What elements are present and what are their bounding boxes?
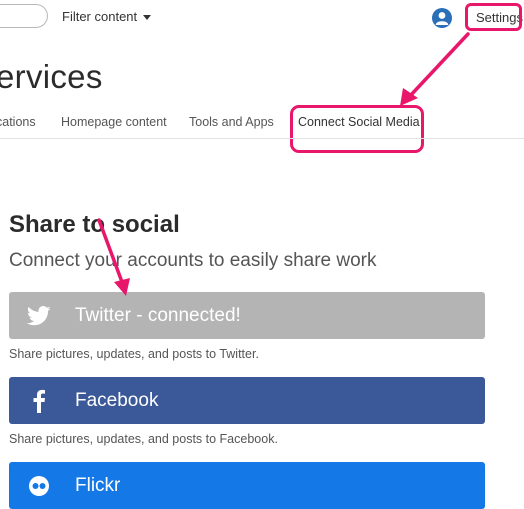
flickr-connect-button[interactable]: Flickr xyxy=(9,462,485,509)
section-title: Share to social xyxy=(9,211,180,238)
user-avatar-icon[interactable] xyxy=(432,8,452,28)
facebook-label: Facebook xyxy=(75,389,159,411)
flickr-label: Flickr xyxy=(75,474,121,496)
arrow-to-connect-social-icon xyxy=(400,32,470,106)
facebook-connect-button[interactable]: Facebook xyxy=(9,377,485,424)
facebook-description: Share pictures, updates, and posts to Fa… xyxy=(9,432,278,446)
twitter-description: Share pictures, updates, and posts to Tw… xyxy=(9,347,259,361)
twitter-label: Twitter - connected! xyxy=(75,304,241,326)
tabs-divider xyxy=(0,138,524,139)
tab-tools-and-apps[interactable]: Tools and Apps xyxy=(189,115,274,129)
twitter-connect-button[interactable]: Twitter - connected! xyxy=(9,292,485,339)
facebook-f-icon xyxy=(9,389,69,413)
settings-highlight-annotation xyxy=(465,3,522,31)
filter-content-label: Filter content xyxy=(62,9,138,24)
flickr-dots-icon xyxy=(9,475,69,497)
filter-content-dropdown[interactable]: Filter content xyxy=(62,9,152,24)
connect-social-highlight-annotation xyxy=(290,105,424,153)
section-subtitle: Connect your accounts to easily share wo… xyxy=(9,250,377,271)
tab-homepage-content[interactable]: Homepage content xyxy=(61,115,167,129)
tab-applications[interactable]: cations xyxy=(0,115,36,129)
caret-down-icon xyxy=(143,14,152,20)
search-input[interactable] xyxy=(0,4,48,28)
page-title: ervices xyxy=(0,58,103,95)
twitter-bird-icon xyxy=(9,305,69,326)
